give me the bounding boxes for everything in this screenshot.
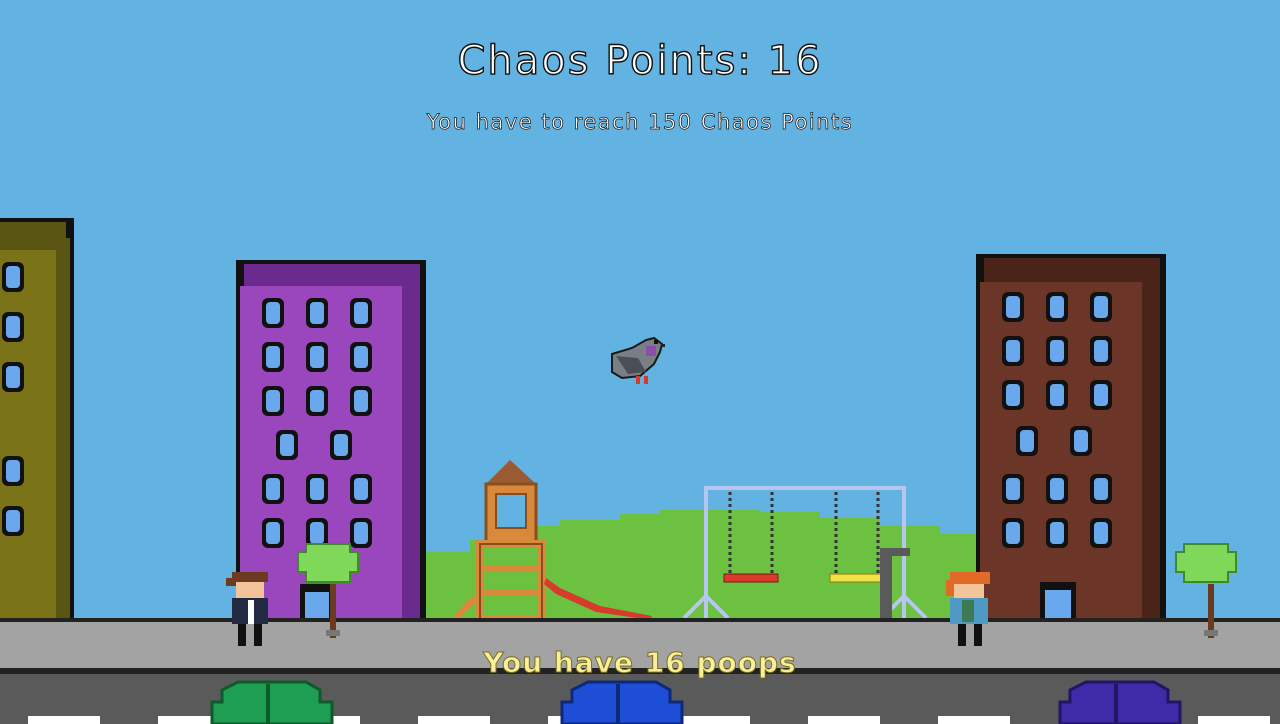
window-pane xyxy=(310,390,324,412)
car-icon[interactable] xyxy=(560,680,684,724)
window-pane xyxy=(354,478,368,500)
window-pane xyxy=(1050,522,1064,544)
swing-seat-yellow xyxy=(829,573,885,583)
window-pane xyxy=(1094,296,1108,318)
chaos-points-counter: Chaos Points: 16 xyxy=(457,37,823,84)
lane-mark xyxy=(808,716,880,724)
window-pane xyxy=(1006,296,1020,318)
lane-mark xyxy=(938,716,1010,724)
window-pane xyxy=(1074,430,1088,452)
window-pane xyxy=(266,302,280,324)
lane-mark xyxy=(28,716,100,724)
poops-counter: You have 16 poops xyxy=(483,646,797,680)
window-pane xyxy=(6,366,20,388)
window-pane xyxy=(1006,478,1020,500)
window-pane xyxy=(6,316,20,338)
lane-mark xyxy=(678,716,750,724)
window-pane xyxy=(1006,522,1020,544)
window-pane xyxy=(1094,384,1108,406)
chaos-goal-text: You have to reach 150 Chaos Points xyxy=(426,110,854,135)
window-pane xyxy=(1050,478,1064,500)
car-icon[interactable] xyxy=(1058,680,1182,724)
window-pane xyxy=(1050,384,1064,406)
window-pane xyxy=(6,460,20,482)
swing-seat-red xyxy=(723,573,779,583)
window-pane xyxy=(310,522,324,544)
window-pane xyxy=(266,346,280,368)
window-pane xyxy=(354,302,368,324)
window-pane xyxy=(310,302,324,324)
lane-mark xyxy=(1198,716,1270,724)
window-pane xyxy=(266,522,280,544)
window-pane xyxy=(310,478,324,500)
window-pane xyxy=(1020,430,1034,452)
window-pane xyxy=(1094,522,1108,544)
lane-mark xyxy=(418,716,490,724)
window-pane xyxy=(1094,340,1108,362)
window-pane xyxy=(334,434,348,456)
window-pane xyxy=(280,434,294,456)
car-icon[interactable] xyxy=(210,680,334,724)
window-pane xyxy=(1050,296,1064,318)
window-pane xyxy=(1006,340,1020,362)
window-pane xyxy=(1094,478,1108,500)
window-pane xyxy=(266,390,280,412)
window-pane xyxy=(1006,384,1020,406)
window-pane xyxy=(354,522,368,544)
window-pane xyxy=(266,478,280,500)
window-pane xyxy=(354,390,368,412)
window-pane xyxy=(1050,340,1064,362)
window-pane xyxy=(6,266,20,288)
window-pane xyxy=(354,346,368,368)
game-scene xyxy=(0,0,1280,724)
window-pane xyxy=(310,346,324,368)
window-pane xyxy=(6,510,20,532)
